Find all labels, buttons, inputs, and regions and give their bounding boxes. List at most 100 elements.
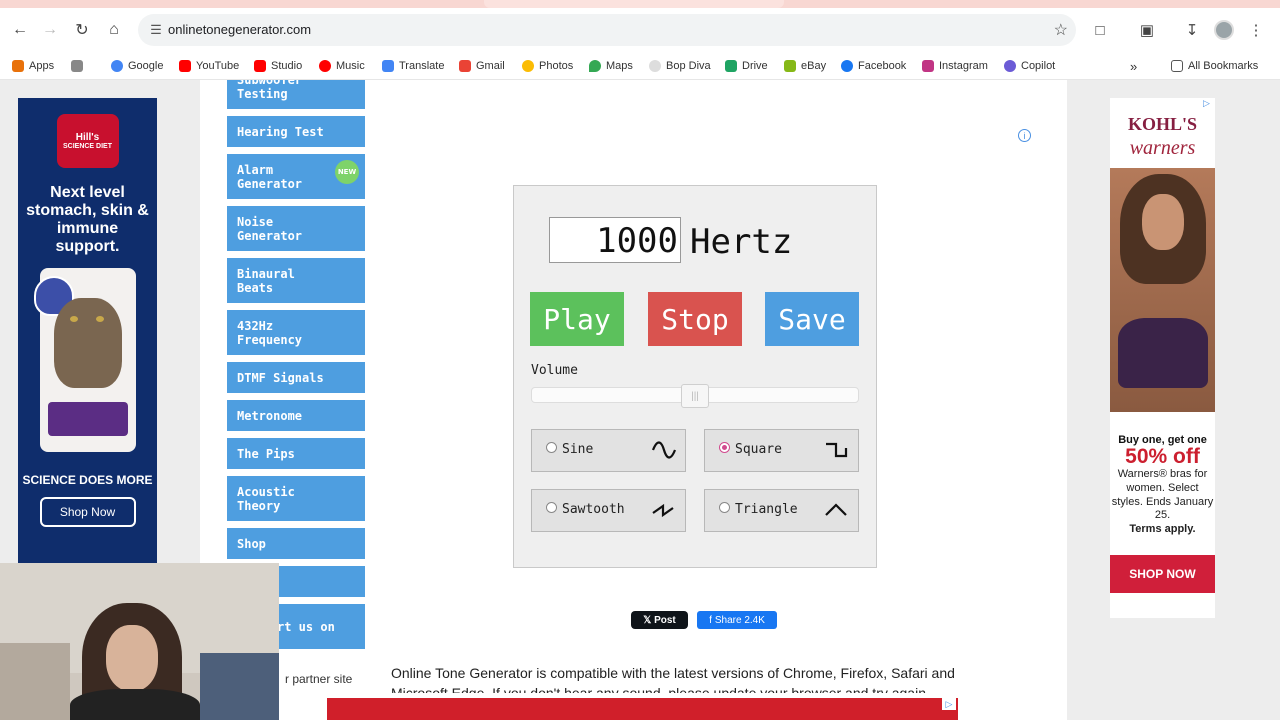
bookmarks-bar: Apps Google YouTube Studio Music Transla…: [0, 52, 1280, 80]
bookmark-apps[interactable]: Apps: [12, 57, 54, 75]
bookmark-bop-diva[interactable]: Bop Diva: [649, 57, 711, 75]
bookmark-studio[interactable]: Studio: [254, 57, 302, 75]
triangle-wave-icon: [825, 503, 847, 516]
bookmark-drive[interactable]: Drive: [725, 57, 768, 75]
profile-avatar[interactable]: [1212, 18, 1236, 42]
sidebar-item-hearing-test[interactable]: Hearing Test: [227, 116, 365, 147]
compatibility-text-line-2: Microsoft Edge. If you don't hear any so…: [391, 685, 930, 693]
home-icon[interactable]: ⌂: [102, 18, 126, 42]
translate-icon: [382, 60, 394, 72]
terms-text: Terms apply.: [1129, 523, 1196, 536]
waveform-option-sawtooth[interactable]: Sawtooth: [531, 489, 686, 532]
youtube-icon: [179, 60, 191, 72]
offer-text: 50% off: [1125, 445, 1200, 468]
sidebar-item-subwoofer-testing[interactable]: Subwoofer Testing: [227, 80, 365, 109]
tab-groups-icon: [71, 60, 83, 72]
all-bookmarks[interactable]: All Bookmarks: [1171, 57, 1258, 75]
square-wave-icon: [826, 442, 848, 458]
waveform-option-sine[interactable]: Sine: [531, 429, 686, 472]
bookmark-google[interactable]: Google: [111, 57, 163, 75]
address-bar[interactable]: ☰ onlinetonegenerator.com ☆: [138, 14, 1076, 46]
bookmark-youtube[interactable]: YouTube: [179, 57, 239, 75]
sidebar-item-alarm-generator[interactable]: Alarm Generator NEW: [227, 154, 365, 199]
cast-icon[interactable]: ▣: [1135, 18, 1159, 42]
menu-kebab-icon[interactable]: ⋮: [1244, 18, 1268, 42]
globe-icon: [649, 60, 661, 72]
kohls-ad[interactable]: KOHL'S warners Buy one, get one 50% off …: [1110, 98, 1215, 618]
bookmark-copilot[interactable]: Copilot: [1004, 57, 1055, 75]
facebook-share-button[interactable]: f Share 2.4K: [697, 611, 777, 629]
sawtooth-wave-icon: [652, 503, 674, 518]
sidebar-item-acoustic-theory[interactable]: Acoustic Theory: [227, 476, 365, 521]
forward-icon[interactable]: →: [38, 18, 62, 42]
waveform-option-square[interactable]: Square: [704, 429, 859, 472]
shop-now-button[interactable]: Shop Now: [39, 496, 136, 527]
sawtooth-radio[interactable]: [546, 502, 557, 513]
google-icon: [111, 60, 123, 72]
hills-logo: Hill's SCIENCE DIET: [56, 114, 119, 168]
bookmark-tab-groups[interactable]: [71, 57, 83, 75]
frequency-input[interactable]: 1000: [549, 217, 681, 263]
url-text[interactable]: onlinetonegenerator.com: [168, 22, 311, 37]
hills-ad[interactable]: Hill's SCIENCE DIET Next level stomach, …: [18, 98, 157, 568]
bookmark-gmail[interactable]: Gmail: [459, 57, 505, 75]
ad-headline: Next level stomach, skin & immune suppor…: [26, 184, 149, 255]
webcam-overlay: [0, 563, 279, 720]
extensions-icon[interactable]: □: [1088, 18, 1112, 42]
partner-site-text[interactable]: r partner site: [285, 672, 352, 686]
ad-close-icon[interactable]: ▷: [942, 698, 956, 710]
music-icon: [319, 60, 331, 72]
bookmark-facebook[interactable]: Facebook: [841, 57, 906, 75]
bookmark-ebay[interactable]: eBay: [784, 57, 826, 75]
warners-logo: warners: [1129, 137, 1196, 159]
tone-generator-panel: 1000 Hertz Play Stop Save Volume ||| Sin…: [513, 185, 877, 568]
offer-detail: Warners® bras for women. Select styles. …: [1111, 468, 1214, 522]
sidebar-item-the-pips[interactable]: The Pips: [227, 438, 365, 469]
sine-radio[interactable]: [546, 442, 557, 453]
sidebar-item-noise-generator[interactable]: Noise Generator: [227, 206, 365, 251]
triangle-radio[interactable]: [719, 502, 730, 513]
ebay-icon: [784, 60, 796, 72]
bookmarks-overflow-icon[interactable]: »: [1130, 57, 1137, 75]
sine-wave-icon: [651, 441, 677, 459]
reload-icon[interactable]: ↻: [70, 18, 94, 42]
adchoices-icon[interactable]: ▷: [1203, 98, 1215, 110]
bookmark-instagram[interactable]: Instagram: [922, 57, 988, 75]
frequency-unit-label: Hertz: [690, 222, 793, 262]
save-button[interactable]: Save: [765, 292, 859, 346]
back-icon[interactable]: ←: [8, 18, 32, 42]
sidebar-item-shop[interactable]: Shop: [227, 528, 365, 559]
bookmark-photos[interactable]: Photos: [522, 57, 573, 75]
sidebar-item-dtmf-signals[interactable]: DTMF Signals: [227, 362, 365, 393]
download-icon[interactable]: ↧: [1180, 18, 1204, 42]
x-logo-icon: 𝕏: [643, 614, 655, 626]
facebook-icon: f: [709, 614, 712, 626]
bookmark-translate[interactable]: Translate: [382, 57, 444, 75]
ad-tagline: SCIENCE DOES MORE: [22, 472, 153, 487]
stop-button[interactable]: Stop: [648, 292, 742, 346]
instagram-icon: [922, 60, 934, 72]
folder-icon: [1171, 60, 1183, 72]
apps-grid-icon: [12, 60, 24, 72]
bottom-banner-ad[interactable]: ▷: [327, 698, 958, 720]
studio-icon: [254, 60, 266, 72]
waveform-option-triangle[interactable]: Triangle: [704, 489, 859, 532]
volume-slider-handle[interactable]: |||: [681, 384, 709, 408]
sidebar-item-metronome[interactable]: Metronome: [227, 400, 365, 431]
compatibility-text: Online Tone Generator is compatible with…: [391, 665, 955, 681]
volume-slider[interactable]: |||: [531, 384, 859, 408]
active-tab[interactable]: [484, 0, 784, 8]
sidebar-item-432hz-frequency[interactable]: 432Hz Frequency: [227, 310, 365, 355]
info-icon[interactable]: i: [1018, 129, 1031, 142]
bookmark-maps[interactable]: Maps: [589, 57, 633, 75]
play-button[interactable]: Play: [530, 292, 624, 346]
bookmark-music[interactable]: Music: [319, 57, 365, 75]
drive-icon: [725, 60, 737, 72]
site-info-icon[interactable]: ☰: [144, 18, 168, 42]
model-image: [1110, 168, 1215, 412]
bookmark-star-icon[interactable]: ☆: [1054, 20, 1068, 40]
square-radio[interactable]: [719, 442, 730, 453]
x-post-button[interactable]: 𝕏 Post: [631, 611, 688, 629]
sidebar-item-binaural-beats[interactable]: Binaural Beats: [227, 258, 365, 303]
shop-now-button[interactable]: SHOP NOW: [1110, 555, 1215, 594]
